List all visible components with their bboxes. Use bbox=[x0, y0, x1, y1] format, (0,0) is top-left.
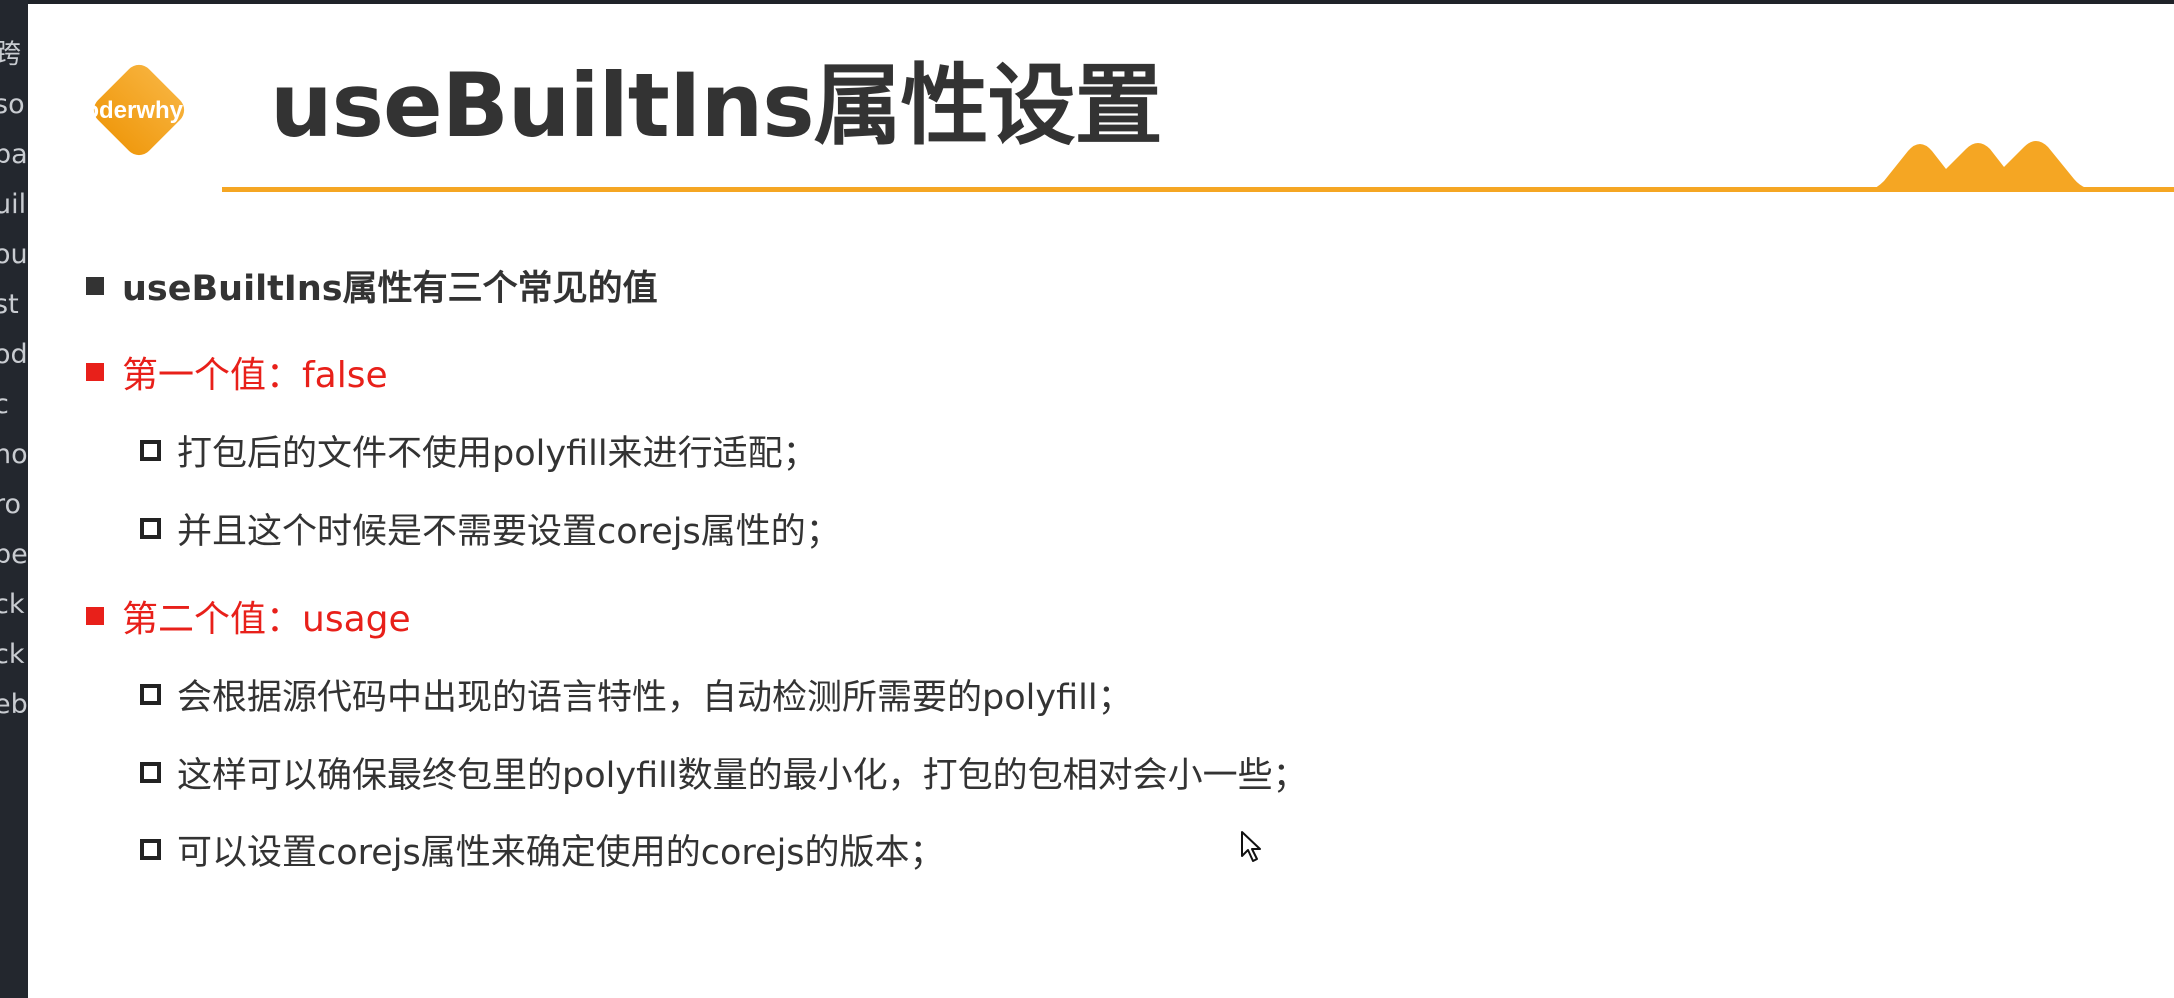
strip-fragment: ck bbox=[0, 639, 25, 670]
sub-bullet-item: 并且这个时候是不需要设置corejs属性的； bbox=[140, 503, 841, 554]
hollow-square-bullet-icon bbox=[140, 440, 161, 461]
strip-fragment: ba bbox=[0, 139, 28, 170]
mouse-pointer-icon bbox=[1241, 831, 1261, 862]
sub-bullet-text: 并且这个时候是不需要设置corejs属性的； bbox=[177, 512, 841, 552]
square-bullet-icon bbox=[86, 607, 104, 625]
hollow-square-bullet-icon bbox=[140, 518, 161, 539]
strip-fragment: be bbox=[0, 539, 28, 570]
square-bullet-icon bbox=[86, 363, 104, 381]
strip-fragment: ro bbox=[0, 489, 22, 520]
bullet-useBuiltIns-values: useBuiltIns属性有三个常见的值 bbox=[86, 260, 658, 311]
presentation-slide: coderwhy useBuiltIns属性设置 useBuiltIns属性有三… bbox=[28, 4, 2174, 998]
sub-bullet-item: 这样可以确保最终包里的polyfill数量的最小化，打包的包相对会小一些； bbox=[140, 747, 1308, 798]
background-window-strip: 跨 so ba uil ou st od c no ro be ck ck eb bbox=[0, 0, 28, 998]
sub-bullet-text: 这样可以确保最终包里的polyfill数量的最小化，打包的包相对会小一些； bbox=[177, 756, 1308, 796]
strip-fragment: ck bbox=[0, 589, 25, 620]
strip-fragment: ou bbox=[0, 239, 28, 270]
bullet-first-value: 第一个值：false bbox=[86, 346, 388, 398]
sub-bullet-item: 打包后的文件不使用polyfill来进行适配； bbox=[140, 425, 818, 476]
strip-fragment: uil bbox=[0, 189, 27, 220]
sub-bullet-item: 会根据源代码中出现的语言特性，自动检测所需要的polyfill； bbox=[140, 669, 1133, 720]
hollow-square-bullet-icon bbox=[140, 684, 161, 705]
strip-fragment: no bbox=[0, 439, 28, 470]
sub-bullet-text: 会根据源代码中出现的语言特性，自动检测所需要的polyfill； bbox=[177, 678, 1133, 718]
mountain-decoration-icon bbox=[1868, 141, 2102, 191]
sub-bullet-text: 可以设置corejs属性来确定使用的corejs的版本； bbox=[177, 833, 945, 873]
strip-fragment: eb bbox=[0, 689, 28, 720]
sub-bullet-text: 打包后的文件不使用polyfill来进行适配； bbox=[177, 434, 818, 474]
strip-fragment: 跨 bbox=[0, 39, 21, 70]
bullet-text: useBuiltIns属性有三个常见的值 bbox=[122, 269, 658, 309]
strip-fragment: c bbox=[0, 389, 9, 420]
logo-text: coderwhy bbox=[70, 97, 184, 124]
bullet-second-value: 第二个值：usage bbox=[86, 590, 411, 642]
hollow-square-bullet-icon bbox=[140, 762, 161, 783]
square-bullet-icon bbox=[86, 276, 104, 295]
bullet-text: 第二个值：usage bbox=[122, 599, 411, 640]
strip-fragment: st bbox=[0, 289, 19, 320]
slide-title: useBuiltIns属性设置 bbox=[270, 54, 1163, 157]
strip-fragment: od bbox=[0, 339, 28, 370]
sub-bullet-item: 可以设置corejs属性来确定使用的corejs的版本； bbox=[140, 824, 945, 875]
bullet-text: 第一个值：false bbox=[122, 355, 388, 396]
hollow-square-bullet-icon bbox=[140, 839, 161, 860]
strip-fragment: so bbox=[0, 89, 25, 120]
